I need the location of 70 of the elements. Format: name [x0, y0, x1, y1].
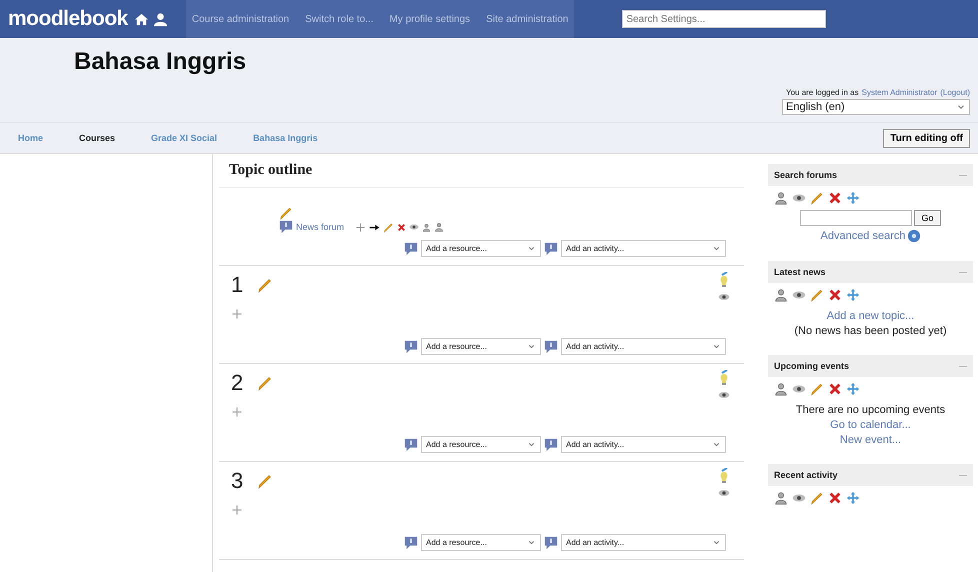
eye-icon[interactable]: [409, 222, 420, 232]
delete-icon[interactable]: [828, 191, 842, 205]
login-text: You are logged in as: [786, 88, 859, 97]
section-number: 1: [231, 272, 244, 298]
add-activity-select[interactable]: Add an activity...: [561, 240, 726, 257]
add-resource-select[interactable]: Add a resource...: [421, 240, 541, 257]
block-title: Upcoming events: [774, 361, 850, 371]
delete-icon[interactable]: [397, 222, 406, 232]
menu-item[interactable]: Course administration: [192, 14, 290, 24]
home-icon[interactable]: [134, 12, 149, 26]
add-activity-select[interactable]: Add an activity...: [561, 338, 726, 355]
forum-icon: [279, 220, 293, 234]
edit-icon[interactable]: [257, 473, 274, 489]
edit-icon[interactable]: [279, 206, 293, 220]
move-icon[interactable]: [846, 288, 860, 302]
move-icon[interactable]: [231, 504, 243, 516]
breadcrumb-item[interactable]: Grade XI Social: [151, 133, 218, 143]
assign-roles-icon[interactable]: [774, 491, 788, 505]
eye-icon[interactable]: [718, 291, 730, 303]
breadcrumb-item[interactable]: Home: [18, 133, 44, 143]
turn-editing-off-button[interactable]: Turn editing off: [883, 128, 970, 148]
block-title: Recent activity: [774, 470, 838, 480]
search-input[interactable]: [800, 210, 912, 226]
language-select[interactable]: English (en): [782, 99, 970, 115]
add-activity-select[interactable]: Add an activity...: [561, 436, 726, 453]
site-logo[interactable]: moodlebook: [8, 7, 128, 31]
go-button[interactable]: Go: [914, 210, 940, 226]
assign-roles-icon[interactable]: [434, 222, 444, 232]
block-link[interactable]: Go to calendar...: [830, 419, 911, 431]
section-number: 3: [231, 468, 244, 494]
edit-icon[interactable]: [257, 277, 274, 293]
add-resource-select[interactable]: Add a resource...: [421, 534, 541, 551]
menu-item[interactable]: My profile settings: [389, 14, 470, 24]
user-icon[interactable]: [152, 12, 168, 26]
move-icon[interactable]: [231, 406, 243, 418]
block-link[interactable]: Add a new topic...: [826, 310, 914, 322]
delete-icon[interactable]: [828, 382, 842, 396]
assign-roles-icon[interactable]: [774, 382, 788, 396]
delete-icon[interactable]: [828, 491, 842, 505]
menu-item[interactable]: Site administration: [486, 14, 568, 24]
breadcrumb-item: Courses: [79, 133, 116, 143]
block-text: There are no upcoming events: [796, 404, 946, 416]
move-icon[interactable]: [231, 308, 243, 320]
move-icon[interactable]: [846, 382, 860, 396]
add-activity-select[interactable]: Add an activity...: [561, 534, 726, 551]
eye-icon[interactable]: [718, 487, 730, 499]
block-text: (No news has been posted yet): [794, 325, 947, 337]
delete-icon[interactable]: [828, 288, 842, 302]
section-number: 2: [231, 370, 244, 396]
block-title: Search forums: [774, 170, 838, 180]
move-icon[interactable]: [846, 491, 860, 505]
eye-icon[interactable]: [718, 389, 730, 401]
add-resource-select[interactable]: Add a resource...: [421, 436, 541, 453]
section-heading: Topic outline: [219, 154, 744, 188]
menu-item[interactable]: Switch role to...: [305, 14, 374, 24]
move-icon[interactable]: [846, 191, 860, 205]
edit-icon[interactable]: [257, 375, 274, 391]
logout-link[interactable]: (Logout): [940, 88, 970, 97]
news-forum-link[interactable]: News forum: [296, 222, 344, 232]
assign-roles-icon[interactable]: [774, 288, 788, 302]
advanced-search-link[interactable]: Advanced search: [820, 230, 906, 242]
assign-roles-icon[interactable]: [774, 191, 788, 205]
user-link[interactable]: System Administrator: [862, 88, 938, 97]
breadcrumb-item[interactable]: Bahasa Inggris: [253, 133, 318, 143]
group-mode-icon[interactable]: [422, 222, 432, 232]
course-title: Bahasa Inggris: [74, 48, 246, 77]
block-title: Latest news: [774, 267, 826, 277]
block-link[interactable]: New event...: [840, 434, 902, 446]
search-field[interactable]: Search Settings...: [622, 10, 826, 28]
add-resource-select[interactable]: Add a resource...: [421, 338, 541, 355]
